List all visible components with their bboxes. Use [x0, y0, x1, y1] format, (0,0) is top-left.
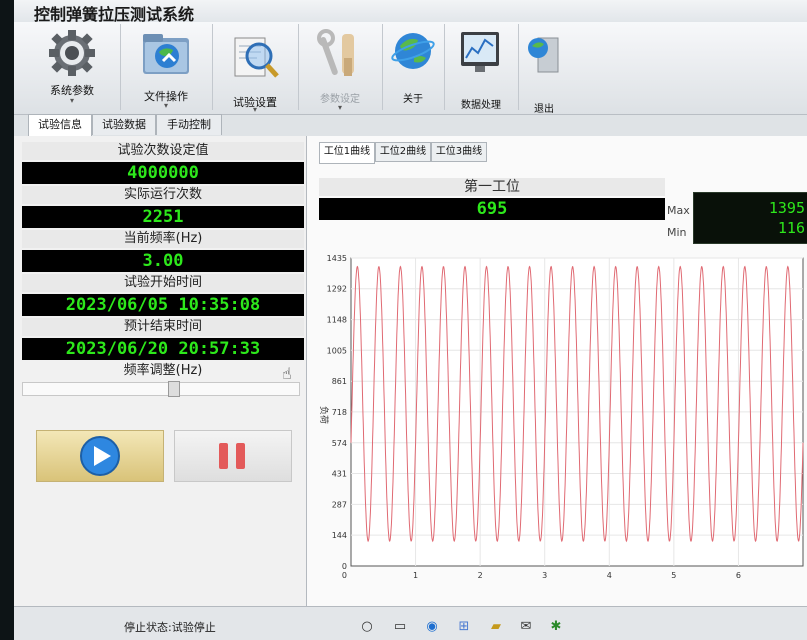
freq-adjust-label: 频率调整(Hz) [123, 363, 203, 378]
folder-icon[interactable]: ▰ [488, 619, 504, 635]
main-toolbar: 系统参数 ▾ 文件操作 ▾ 试验设置 ▾ 参数设定 ▾ 关于 数据处理 退出 [14, 22, 807, 115]
gear-icon [49, 30, 95, 76]
min-label: Min [667, 226, 687, 239]
app-icon[interactable]: ✱ [548, 619, 564, 635]
left-tabs: 试验信息 试验数据 手动控制 [28, 114, 318, 137]
tab-test-info[interactable]: 试验信息 [28, 114, 92, 137]
search-icon[interactable]: ○ [359, 619, 375, 635]
run-count-label: 实际运行次数 [22, 186, 304, 204]
slider-knob[interactable] [168, 381, 180, 397]
exit-label: 退出 [534, 104, 554, 115]
tab-station3-curve[interactable]: 工位3曲线 [431, 142, 487, 162]
x-tick-label: 4 [607, 571, 612, 580]
app-screen: 控制弹簧拉压测试系统 系统参数 ▾ 文件操作 ▾ 试验设置 ▾ 参数设定 ▾ 关… [14, 0, 807, 640]
x-tick-label: 2 [478, 571, 483, 580]
tab-station2-curve[interactable]: 工位2曲线 [375, 142, 431, 162]
monitor-chart-icon [461, 32, 499, 72]
task-view-icon[interactable]: ▭ [392, 619, 408, 635]
mouse-cursor-icon: ☝ [282, 364, 292, 383]
freq-adjust-slider[interactable] [22, 381, 300, 397]
play-icon [80, 436, 120, 476]
frequency-value: 3.00 [22, 250, 304, 272]
data-processing-label: 数据处理 [461, 100, 501, 111]
status-bar: 停止状态:试验停止 ○ ▭ ◉ ⊞ ▰ ✉ ✱ [14, 606, 807, 640]
chevron-down-icon: ▾ [69, 96, 74, 105]
pause-icon [219, 443, 245, 469]
y-tick-label: 431 [332, 469, 347, 478]
curve-panel: 工位1曲线 工位2曲线 工位3曲线 第一工位 695 Max Min 1395 … [306, 136, 807, 606]
start-time-value: 2023/06/05 10:35:08 [22, 294, 304, 316]
about-label: 关于 [403, 94, 423, 105]
magnifier-document-icon [234, 37, 279, 78]
mail-icon[interactable]: ✉ [518, 619, 534, 635]
tab-station1-curve[interactable]: 工位1曲线 [319, 142, 375, 164]
browser-icon[interactable]: ◉ [424, 619, 440, 635]
station-title: 第一工位 [319, 178, 665, 196]
about-button[interactable]: 关于 [382, 24, 445, 110]
y-tick-label: 574 [332, 439, 347, 448]
system-params-button[interactable]: 系统参数 ▾ [24, 24, 121, 110]
max-value: 1395 [768, 199, 805, 217]
test-info-panel: 试验次数设定值 4000000 实际运行次数 2251 当前频率(Hz) 3.0… [14, 136, 306, 606]
tab-test-data[interactable]: 试验数据 [92, 114, 156, 135]
start-button[interactable] [36, 430, 164, 482]
y-tick-label: 1435 [327, 254, 347, 263]
end-time-label: 预计结束时间 [22, 318, 304, 336]
exit-door-icon [528, 37, 559, 73]
folder-globe-icon [143, 34, 189, 74]
y-tick-label: 0 [342, 562, 347, 571]
min-value: 116 [777, 219, 805, 237]
y-axis-label: 负荷 [318, 406, 330, 424]
x-tick-label: 5 [671, 571, 676, 580]
y-tick-label: 1292 [327, 285, 347, 294]
file-ops-button[interactable]: 文件操作 ▾ [120, 24, 213, 110]
end-time-value: 2023/06/20 20:57:33 [22, 338, 304, 360]
max-min-display: 1395 116 [693, 192, 807, 244]
run-count-value: 2251 [22, 206, 304, 228]
max-label: Max [667, 204, 690, 217]
y-tick-label: 144 [332, 531, 347, 540]
tools-icon [317, 29, 354, 76]
status-text: 停止状态:试验停止 [124, 621, 216, 634]
pause-button[interactable] [174, 430, 292, 482]
y-tick-label: 1005 [327, 346, 347, 355]
chevron-down-icon: ▾ [252, 105, 257, 114]
y-tick-label: 1148 [327, 316, 347, 325]
station-value: 695 [319, 198, 665, 220]
globe-icon [391, 33, 435, 69]
load-curve-chart: 0 144 287 431 574 718 861 1005 1148 1292 1435 1 2 3 4 5… [318, 254, 804, 580]
exit-button[interactable]: 退出 [518, 24, 570, 115]
y-tick-label: 861 [332, 377, 347, 386]
test-settings-button[interactable]: 试验设置 ▾ [212, 24, 299, 114]
windows-icon[interactable]: ⊞ [456, 619, 472, 635]
tab-manual-control[interactable]: 手动控制 [156, 114, 222, 135]
param-setting-button[interactable]: 参数设定 ▾ [298, 24, 383, 112]
x-origin-label: 0 [342, 571, 347, 580]
x-tick-label: 6 [736, 571, 741, 580]
x-tick-label: 3 [542, 571, 547, 580]
set-count-label: 试验次数设定值 [22, 142, 304, 160]
y-tick-label: 287 [332, 500, 347, 509]
title-bar: 控制弹簧拉压测试系统 [14, 0, 807, 24]
frequency-label: 当前频率(Hz) [22, 230, 304, 248]
chevron-down-icon: ▾ [337, 103, 342, 112]
chevron-down-icon: ▾ [163, 101, 168, 110]
start-time-label: 试验开始时间 [22, 274, 304, 292]
y-tick-label: 718 [332, 408, 347, 417]
x-tick-label: 1 [413, 571, 418, 580]
data-processing-button[interactable]: 数据处理 [444, 24, 519, 111]
set-count-value: 4000000 [22, 162, 304, 184]
